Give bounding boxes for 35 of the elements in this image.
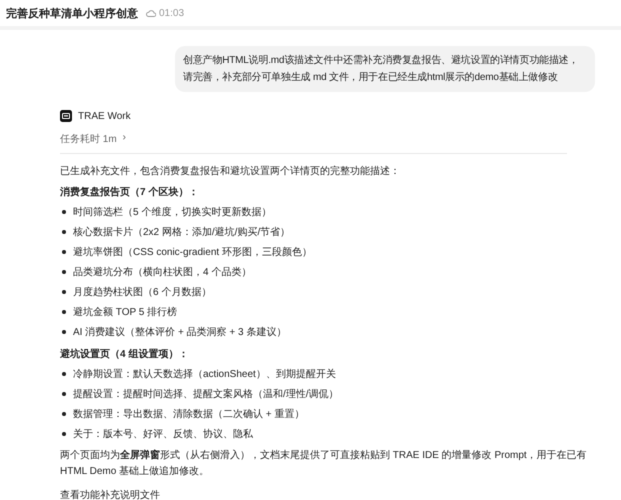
bullet-icon xyxy=(62,250,66,254)
intro-text: 已生成补充文件，包含消费复盘报告和避坑设置两个详情页的完整功能描述： xyxy=(60,164,401,179)
app-logo-icon xyxy=(60,110,72,122)
list-item: 避坑金额 TOP 5 排行榜 xyxy=(73,306,178,319)
list-item: 时间筛选栏（5 个维度，切换实时更新数据） xyxy=(73,206,272,219)
bullet-icon xyxy=(62,330,66,334)
list-item: 核心数据卡片（2x2 网格：添加/避坑/购买/节省） xyxy=(73,226,290,239)
file-link[interactable]: 查看功能补充说明文件 xyxy=(60,488,160,500)
section-heading: 消费复盘报告页（7 个区块）： xyxy=(60,186,200,199)
section-heading: 避坑设置页（4 组设置项）： xyxy=(60,347,190,361)
user-message: 创意产物HTML说明.md该描述文件中还需补充消费复盘报告、避坑设置的详情页功能描述，请完善，补充部分可单独生成 md 文件，用于在已经生成html展示的demo基础上做修改 xyxy=(175,46,595,92)
agent-name: TRAE Work xyxy=(78,110,131,122)
list-item: 数据管理：导出数据、清除数据（二次确认 + 重置） xyxy=(73,408,304,421)
bullet-icon xyxy=(62,210,66,214)
bullet-icon xyxy=(62,230,66,234)
task-duration: 任务耗时 1m xyxy=(60,132,117,146)
cloud-icon xyxy=(146,10,156,16)
list-item: 提醒设置：提醒时间选择、提醒文案风格（温和/理性/调侃） xyxy=(73,388,339,401)
bullet-icon xyxy=(62,432,66,436)
list-item: 品类避坑分布（横向柱状图，4 个品类） xyxy=(73,266,252,279)
bullet-icon xyxy=(62,310,66,314)
bullet-icon xyxy=(62,412,66,416)
bullet-icon xyxy=(62,372,66,376)
list-item: 月度趋势柱状图（6 个月数据） xyxy=(73,286,212,299)
chat-title: 完善反种草清单小程序创意 xyxy=(6,6,138,20)
bullet-icon xyxy=(62,290,66,294)
list-item: 关于：版本号、好评、反馈、协议、隐私 xyxy=(73,428,253,441)
summary-text: 两个页面均为全屏弹窗形式（从右侧滑入），文档末尾提供了可直接粘贴到 TRAE IDE 的增量修改 Prompt，用于在已有 HTML Demo 基础上做追加修改。 xyxy=(60,448,588,479)
list-item: 冷静期设置：默认天数选择（actionSheet）、到期提醒开关 xyxy=(73,368,336,381)
bullet-icon xyxy=(62,392,66,396)
list-item: 避坑率饼图（CSS conic-gradient 环形图，三段颜色） xyxy=(73,246,312,259)
timestamp: 01:03 xyxy=(159,8,184,18)
expand-chevron[interactable]: › xyxy=(122,132,126,146)
list-item: AI 消费建议（整体评价 + 品类洞察 + 3 条建议） xyxy=(73,326,286,339)
bullet-icon xyxy=(62,270,66,274)
